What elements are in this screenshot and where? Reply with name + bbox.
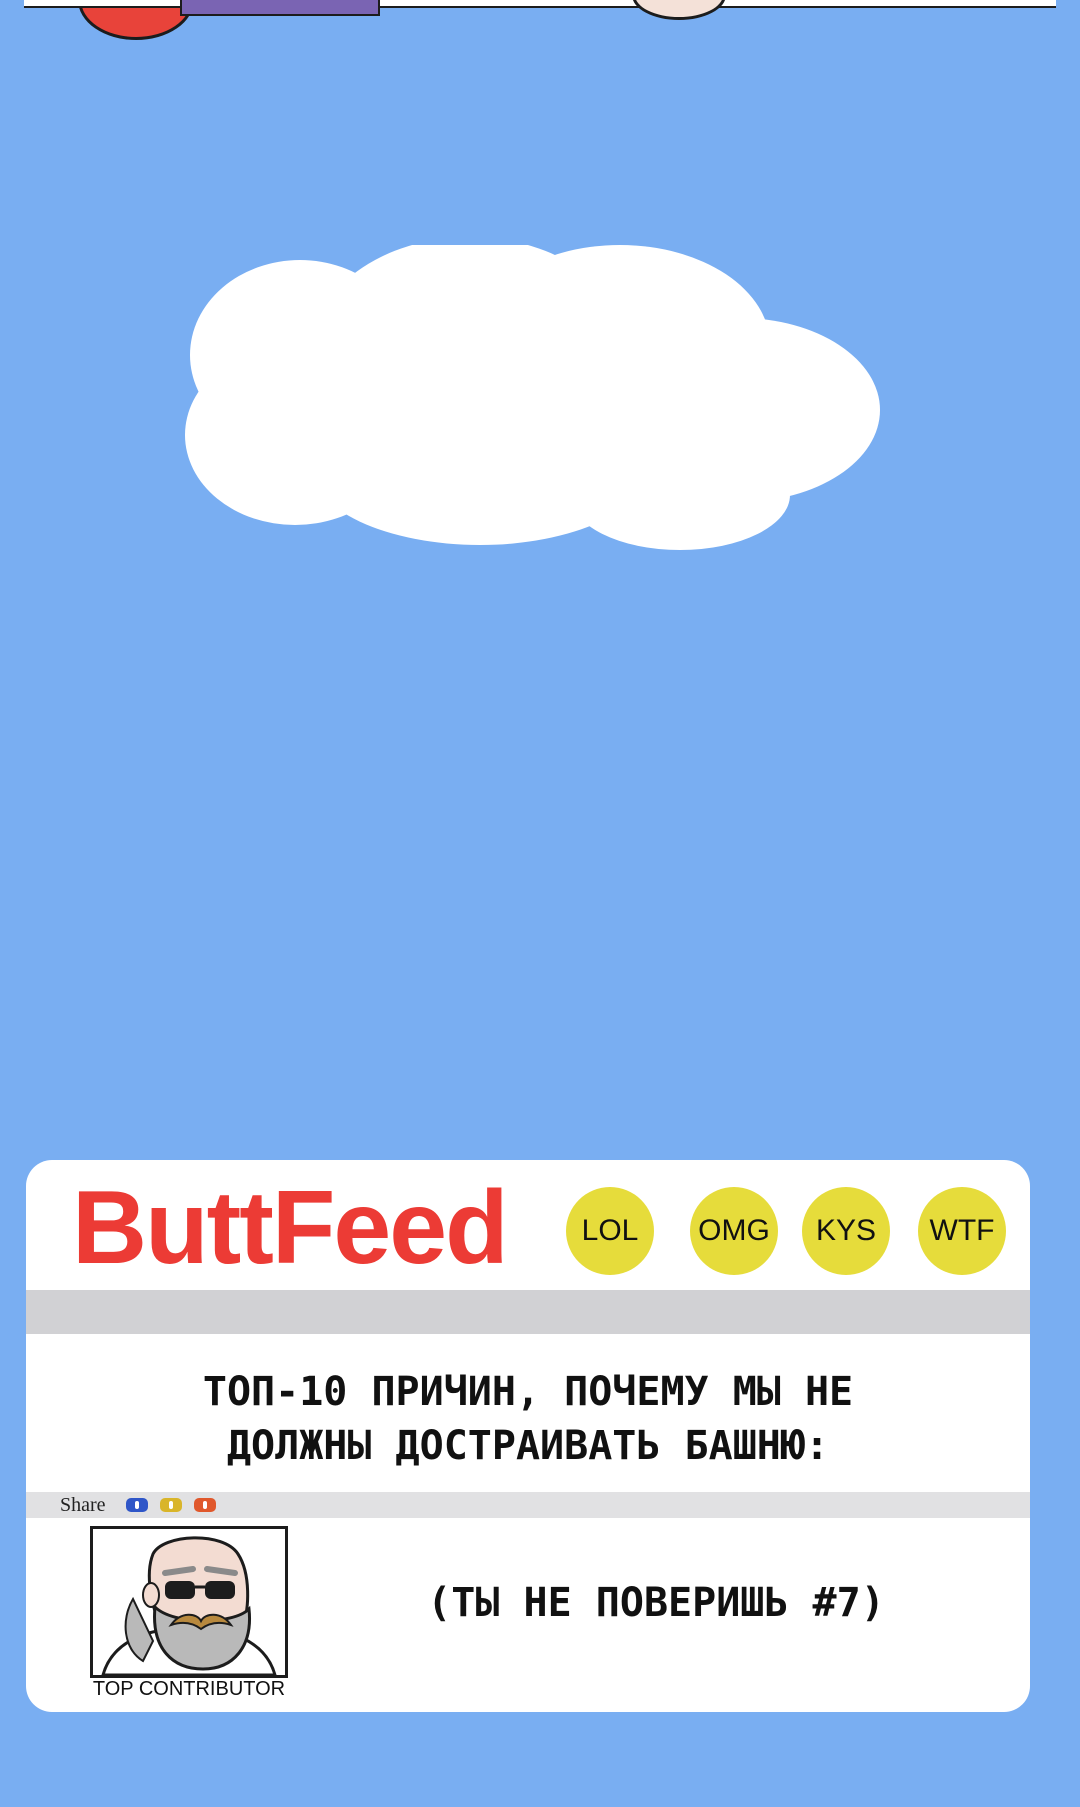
previous-panel-purple-shape <box>180 0 380 16</box>
share-yellow-icon[interactable] <box>160 1498 182 1512</box>
lol-reaction-button[interactable]: LOL <box>566 1187 654 1275</box>
wtf-reaction-button[interactable]: WTF <box>918 1187 1006 1275</box>
buttfeed-card: ButtFeed LOL OMG KYS WTF ТОП-10 ПРИЧИН, … <box>26 1160 1030 1712</box>
bearded-man-avatar[interactable] <box>90 1526 288 1678</box>
share-orange-icon[interactable] <box>194 1498 216 1512</box>
top-contributor-label: TOP CONTRIBUTOR <box>92 1678 286 1700</box>
omg-reaction-button[interactable]: OMG <box>690 1187 778 1275</box>
share-blue-icon[interactable] <box>126 1498 148 1512</box>
headline-line-2: ДОЛЖНЫ ДОСТРАИВАТЬ БАШНЮ: <box>226 1423 830 1469</box>
share-label: Share <box>60 1494 106 1516</box>
previous-panel-strip <box>24 0 1056 8</box>
brand-logo: ButtFeed <box>72 1170 509 1286</box>
comic-panel: ButtFeed LOL OMG KYS WTF ТОП-10 ПРИЧИН, … <box>0 0 1080 1807</box>
cloud <box>185 245 880 550</box>
avatar-drawing <box>101 1536 277 1675</box>
previous-panel-face-shape <box>632 0 726 20</box>
divider-bar <box>26 1290 1030 1334</box>
kys-reaction-button[interactable]: KYS <box>802 1187 890 1275</box>
teaser-text: (ТЫ НЕ ПОВЕРИШЬ #7) <box>427 1580 885 1626</box>
article-headline[interactable]: ТОП-10 ПРИЧИН, ПОЧЕМУ МЫ НЕ ДОЛЖНЫ ДОСТР… <box>66 1365 990 1473</box>
headline-line-1: ТОП-10 ПРИЧИН, ПОЧЕМУ МЫ НЕ <box>202 1369 854 1415</box>
share-bar: Share <box>26 1492 1030 1518</box>
